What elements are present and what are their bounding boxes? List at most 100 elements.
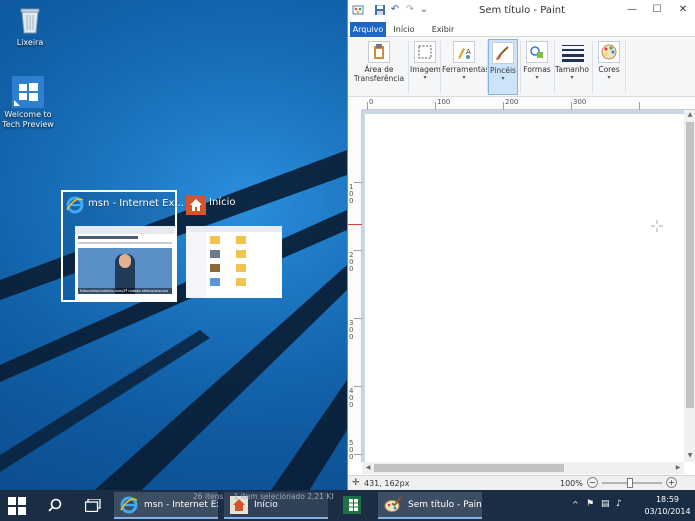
ribbon-group-brushes[interactable]: Pincéis ▾ <box>488 39 518 95</box>
ribbon-group-label: Ferramentas <box>442 65 490 74</box>
msn-thumbnail: Estocolmo/cnbbrbc.com/2ª rodada atletas/… <box>75 226 175 300</box>
explorer-item-count: 26 itens <box>193 492 224 501</box>
start-button[interactable] <box>0 490 34 521</box>
recycle-bin-icon <box>14 4 46 36</box>
close-button[interactable]: ✕ <box>670 0 695 20</box>
task-view-button[interactable] <box>76 490 110 521</box>
horizontal-ruler: 0 100 200 300 <box>362 97 695 110</box>
ruler-label: 200 <box>505 98 519 106</box>
clock-time: 18:59 <box>655 495 680 504</box>
switcher-item-title: Início <box>209 197 236 208</box>
svg-text:A: A <box>466 48 471 56</box>
desktop-icon-label: Welcome to Tech Preview <box>2 110 54 129</box>
ribbon-group-shapes[interactable]: Formas ▾ <box>522 39 552 95</box>
scroll-up-icon[interactable]: ▲ <box>684 111 695 118</box>
search-button[interactable] <box>38 490 72 521</box>
zoom-slider-thumb[interactable] <box>627 478 633 488</box>
zoom-out-button[interactable]: − <box>587 477 598 488</box>
ribbon-tabs: Arquivo Início Exibir <box>348 22 695 37</box>
ruler-label: 0 <box>369 98 374 106</box>
search-icon <box>48 498 62 512</box>
ribbon-group-clipboard[interactable]: Área de Transferência <box>350 39 408 95</box>
vertical-scrollbar[interactable]: ▲ ▼ <box>684 110 695 462</box>
home-icon <box>186 195 206 215</box>
horizontal-scrollbar[interactable]: ◀ ▶ <box>362 462 684 474</box>
tools-icon: A <box>453 41 475 63</box>
system-tray: ^ ⚑ ▤ ♪ <box>572 490 640 521</box>
scroll-left-icon[interactable]: ◀ <box>363 464 373 471</box>
clock[interactable]: 18:59 03/10/2014 <box>640 490 695 521</box>
taskbar-item-label: Sem título - Paint <box>408 500 482 510</box>
taskbar-item-excel[interactable] <box>340 490 364 521</box>
windows-logo-icon <box>8 497 26 515</box>
maximize-button[interactable]: ☐ <box>644 0 670 20</box>
ribbon-group-label: Área de Transferência <box>353 65 405 83</box>
explorer-status-ghost: 26 itens 1 item selecionado 2,21 KB <box>193 492 333 503</box>
clock-date: 03/10/2014 <box>644 507 691 516</box>
ribbon-group-label: Formas <box>523 65 551 74</box>
ribbon-group-size[interactable]: Tamanho ▾ <box>555 39 589 95</box>
ribbon-group-label: Pincéis <box>490 66 516 75</box>
vertical-ruler: 100 200 300 400 500 <box>348 110 362 462</box>
ribbon-group-label: Cores <box>598 65 620 74</box>
image-select-icon <box>414 41 436 63</box>
cursor-position-icon: ✛ <box>352 478 360 488</box>
ruler-label: 200 <box>349 251 354 273</box>
explorer-thumbnail <box>186 226 282 298</box>
ruler-label: 300 <box>349 319 354 341</box>
ribbon-group-colors[interactable]: Cores ▾ <box>595 39 623 95</box>
title-bar[interactable]: ↶ ↷ ⌄ Sem título - Paint — ☐ ✕ <box>348 0 695 22</box>
ruler-label: 100 <box>437 98 451 106</box>
horizontal-scroll-thumb[interactable] <box>374 464 564 472</box>
switcher-item-msn[interactable]: msn - Internet Ex... Estocolmo/cnbbrbc.c… <box>61 190 184 302</box>
show-hidden-icons-icon[interactable]: ^ <box>572 500 579 509</box>
internet-explorer-icon <box>66 196 84 214</box>
tab-inicio[interactable]: Início <box>390 22 418 37</box>
ribbon-group-image[interactable]: Imagem ▾ <box>410 39 441 95</box>
ruler-corner <box>348 97 362 110</box>
tab-exibir[interactable]: Exibir <box>428 22 458 37</box>
flag-icon[interactable]: ⚑ <box>586 499 594 509</box>
drawing-canvas[interactable] <box>365 114 684 462</box>
ribbon-group-label: Imagem <box>410 65 441 74</box>
desktop-icon-label: Lixeira <box>16 38 44 47</box>
volume-icon[interactable]: ♪ <box>616 499 622 509</box>
internet-explorer-icon <box>120 496 138 514</box>
ruler-label: 400 <box>349 387 354 409</box>
cursor-position: 431, 162px <box>364 479 410 488</box>
msn-caption: Estocolmo/cnbbrbc.com/2ª rodada atletas/… <box>78 288 172 294</box>
vertical-scroll-thumb[interactable] <box>686 122 694 408</box>
ribbon-group-tools[interactable]: A Ferramentas ▾ <box>442 39 490 95</box>
brush-icon <box>492 42 514 64</box>
ruler-label: 300 <box>573 98 587 106</box>
scroll-right-icon[interactable]: ▶ <box>673 464 683 471</box>
zoom-level: 100% <box>560 479 583 488</box>
desktop-icon-welcome[interactable]: Welcome to Tech Preview <box>0 76 58 130</box>
desktop-icon-lixeira[interactable]: Lixeira <box>0 4 60 48</box>
minimize-button[interactable]: — <box>619 0 645 20</box>
switcher-item-title: msn - Internet Ex... <box>88 198 184 209</box>
taskbar-item-paint[interactable]: Sem título - Paint <box>378 492 482 519</box>
network-icon[interactable]: ▤ <box>601 499 610 509</box>
paint-window[interactable]: ↶ ↷ ⌄ Sem título - Paint — ☐ ✕ Arquivo I… <box>347 0 695 490</box>
ribbon: Área de Transferência Imagem ▾ A Ferrame… <box>348 37 695 97</box>
canvas-area[interactable] <box>362 110 684 462</box>
paint-icon <box>384 496 402 512</box>
ruler-label: 100 <box>349 183 354 205</box>
switcher-item-inicio[interactable]: Início <box>183 192 285 300</box>
palette-icon <box>598 41 620 63</box>
excel-icon <box>343 496 361 514</box>
task-view-icon <box>85 499 101 512</box>
windows-logo-icon <box>12 76 44 108</box>
shapes-icon <box>526 41 548 63</box>
zoom-in-button[interactable]: + <box>666 477 677 488</box>
ribbon-group-label: Tamanho <box>555 65 589 74</box>
ruler-label: 500 <box>349 439 354 461</box>
zoom-slider[interactable] <box>602 478 662 488</box>
line-size-icon <box>561 41 584 63</box>
explorer-selection: 1 item selecionado 2,21 KB <box>233 492 333 501</box>
crosshair-cursor-icon <box>651 220 663 232</box>
tab-arquivo[interactable]: Arquivo <box>350 22 386 37</box>
scroll-down-icon[interactable]: ▼ <box>684 452 695 459</box>
status-bar: ✛ 431, 162px 100% − + <box>348 475 695 490</box>
